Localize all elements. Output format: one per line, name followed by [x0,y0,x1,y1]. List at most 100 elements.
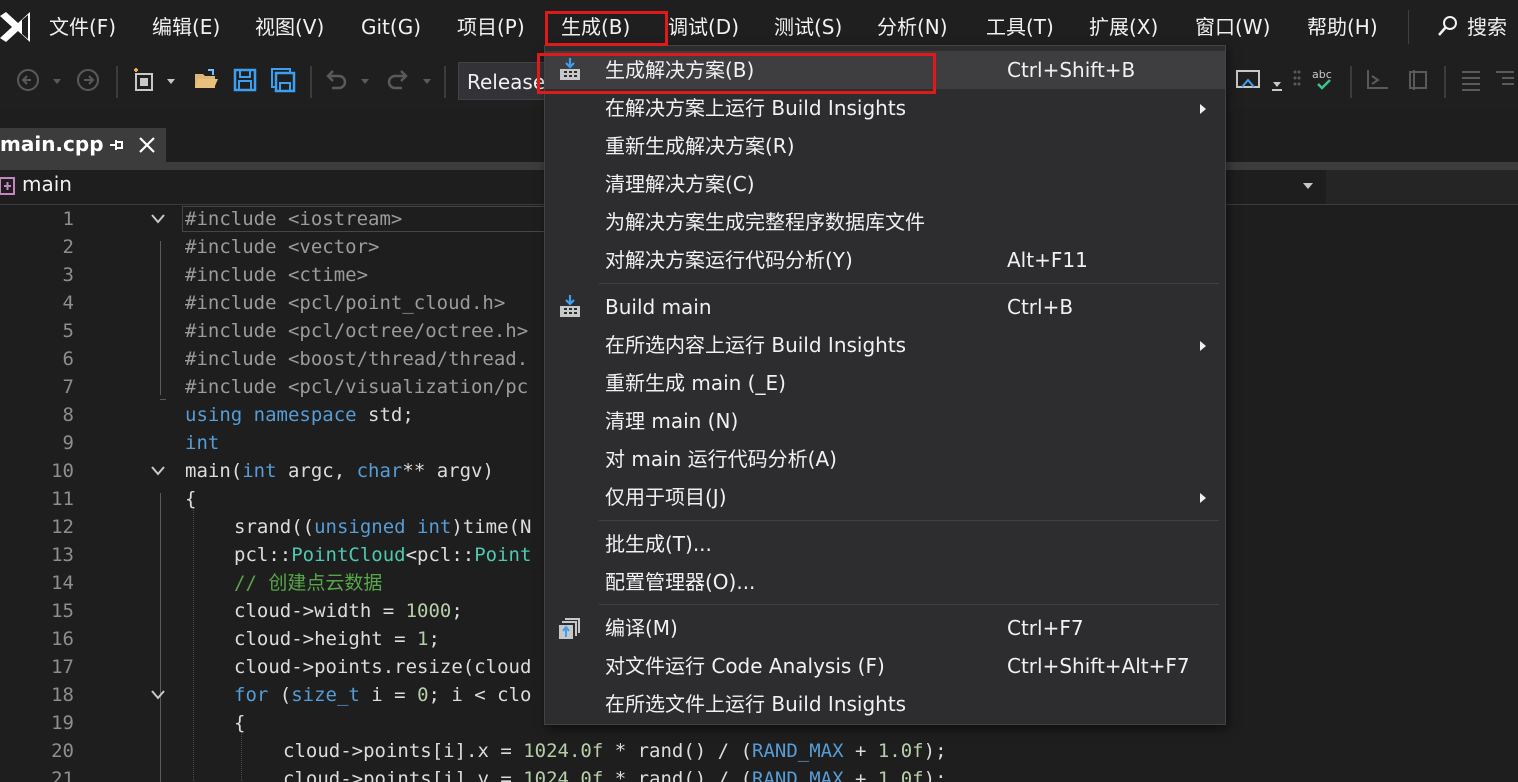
menu-item-label: 在所选内容上运行 Build Insights [605,333,907,357]
chevron-down-icon[interactable] [1302,182,1314,190]
menu-item-shortcut: Alt+F11 [1007,248,1088,272]
code-text: pcl::PointCloud<pcl::Point [234,541,531,569]
open-folder-icon[interactable] [192,66,220,94]
menu-item-code-analysis-main[interactable]: 对 main 运行代码分析(A) [545,440,1225,478]
redo-icon[interactable] [384,66,412,94]
menu-item-generate-pdb[interactable]: 为解决方案生成完整程序数据库文件 [545,203,1225,241]
comment-lines-icon[interactable] [1458,66,1486,94]
build-project-icon [560,295,580,317]
menu-item-shortcut: Ctrl+B [1007,295,1074,319]
menu-item-build-insights-file[interactable]: 在所选文件上运行 Build Insights [545,685,1225,723]
menu-edit[interactable]: 编辑(E) [152,12,220,42]
menu-build[interactable]: 生成(B) [561,12,630,42]
save-all-icon[interactable] [269,66,297,94]
menu-item-code-analysis-solution[interactable]: 对解决方案运行代码分析(Y) Alt+F11 [545,241,1225,279]
search-label[interactable]: 搜索 [1467,12,1507,42]
menu-item-build-solution[interactable]: 生成解决方案(B) Ctrl+Shift+B [545,51,1225,89]
menu-test[interactable]: 测试(S) [774,12,842,42]
number-literal: 0 [417,684,429,706]
line-number: 4 [62,292,74,314]
compile-icon [559,618,580,639]
undo-dropdown-icon[interactable] [358,66,372,94]
tab-main-cpp[interactable]: main.cpp [0,128,166,162]
menu-window[interactable]: 窗口(W) [1195,12,1270,42]
line-number: 1 [62,208,74,230]
member-search-box[interactable] [1326,170,1518,204]
search-icon[interactable] [1436,14,1460,38]
collapse-icon[interactable] [151,214,165,224]
menu-item-label: 仅用于项目(J) [605,485,727,509]
menu-item-project-only[interactable]: 仅用于项目(J) [545,478,1225,516]
window-layout-icon[interactable] [1234,66,1262,94]
back-dropdown-icon[interactable] [50,66,64,94]
code-text: cloud->width = 1000; [234,597,463,625]
spell-check-icon[interactable]: abc [1310,66,1338,94]
redo-dropdown-icon[interactable] [420,66,434,94]
close-icon[interactable] [138,136,156,154]
menu-separator [599,520,1219,521]
menu-item-build-main[interactable]: Build main Ctrl+B [545,288,1225,326]
code-token: pcl:: [234,544,292,566]
code-text: #include <iostream> [185,208,403,230]
line-number: 7 [62,376,74,398]
indent-icon[interactable] [1404,66,1432,94]
save-icon[interactable] [231,66,259,94]
visual-studio-logo-icon [0,12,30,42]
menu-item-label: 编译(M) [605,616,678,640]
code-token: cloud->points[i].x = [283,740,524,762]
tab-label: main.cpp [0,132,104,156]
menu-item-build-insights-solution[interactable]: 在解决方案上运行 Build Insights [545,89,1225,127]
menu-file[interactable]: 文件(F) [49,12,116,42]
code-text: cloud->points[i].x = 1024.0f * rand() / … [283,737,947,765]
code-token: * rand() / ( [603,740,753,762]
undo-icon[interactable] [322,66,350,94]
code-text: srand((unsigned int)time(N [234,513,531,541]
code-text: #include <pcl/point_cloud.h> [185,292,506,314]
code-token: ; i < clo [428,684,532,706]
menu-item-configuration-manager[interactable]: 配置管理器(O)... [545,563,1225,601]
menu-extensions[interactable]: 扩展(X) [1089,12,1158,42]
layout-dropdown-icon[interactable] [1270,66,1284,94]
solution-configuration-dropdown[interactable]: Release [458,62,548,100]
menu-tools[interactable]: 工具(T) [986,12,1054,42]
menu-view[interactable]: 视图(V) [255,12,324,42]
menu-debug[interactable]: 调试(D) [668,12,739,42]
collapse-icon[interactable] [151,466,165,476]
code-token: std; [356,404,414,426]
menu-item-rebuild-main[interactable]: 重新生成 main (_E) [545,364,1225,402]
code-token: srand(( [234,516,315,538]
line-number: 18 [51,684,74,706]
menu-git[interactable]: Git(G) [361,12,421,42]
menu-item-compile[interactable]: 编译(M) Ctrl+F7 [545,609,1225,647]
pin-icon[interactable] [108,136,124,154]
menu-item-label: 对解决方案运行代码分析(Y) [605,248,853,272]
menu-item-label: 配置管理器(O)... [605,570,756,594]
forward-icon[interactable] [74,66,102,94]
menu-item-build-insights-selection[interactable]: 在所选内容上运行 Build Insights [545,326,1225,364]
menu-help[interactable]: 帮助(H) [1307,12,1378,42]
code-token: ** argv) [402,460,494,482]
menu-separator [599,283,1219,284]
menu-item-rebuild-solution[interactable]: 重新生成解决方案(R) [545,127,1225,165]
menu-item-label: 批生成(T)... [605,532,712,556]
menu-analyze[interactable]: 分析(N) [877,12,948,42]
new-project-icon[interactable] [130,66,158,94]
menu-item-label: 重新生成 main (_E) [605,371,786,395]
type-name: Point [474,544,532,566]
menu-project[interactable]: 项目(P) [457,12,525,42]
menu-item-shortcut: Ctrl+F7 [1007,616,1084,640]
menu-item-clean-main[interactable]: 清理 main (N) [545,402,1225,440]
collapse-icon[interactable] [151,690,165,700]
back-icon[interactable] [14,66,42,94]
code-token: cloud->width = [234,600,406,622]
project-scope-dropdown[interactable]: main [22,172,72,196]
menu-item-batch-build[interactable]: 批生成(T)... [545,525,1225,563]
menu-item-code-analysis-file[interactable]: 对文件运行 Code Analysis (F) Ctrl+Shift+Alt+F… [545,647,1225,685]
uncomment-lines-icon[interactable] [1492,66,1518,94]
new-dropdown-icon[interactable] [164,66,178,94]
outdent-icon[interactable] [1364,66,1392,94]
keyword: char [356,460,403,482]
code-text: int [185,432,220,454]
submenu-arrow-icon [1200,104,1206,114]
menu-item-clean-solution[interactable]: 清理解决方案(C) [545,165,1225,203]
